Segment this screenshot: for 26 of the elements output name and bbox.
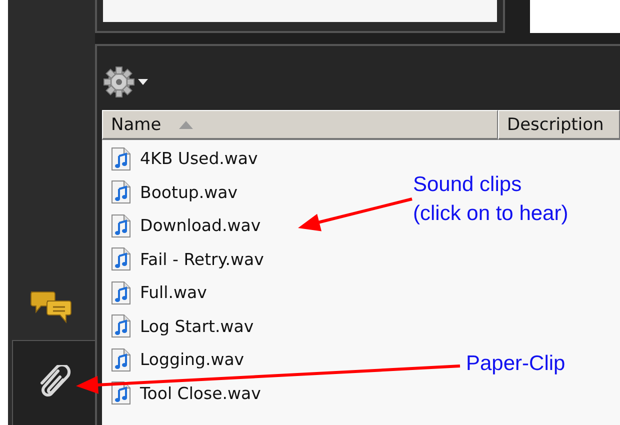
file-name[interactable]: Full.wav [140, 283, 207, 302]
annotation-text: Sound clips (click on to hear) [413, 172, 568, 227]
column-header[interactable]: Name [102, 110, 498, 140]
file-name[interactable]: Logging.wav [140, 350, 244, 370]
file-name[interactable]: Fail - Retry.wav [140, 250, 264, 269]
file-name[interactable]: Tool Close.wav [140, 384, 261, 403]
annotation-text: Paper-Clip [466, 351, 566, 377]
audio-file-icon [111, 280, 131, 305]
gear-icon [102, 65, 136, 99]
speech-bubbles-icon [28, 289, 74, 325]
file-name[interactable]: Download.wav [140, 216, 261, 236]
audio-file-icon [111, 247, 131, 272]
file-name[interactable]: Bootup.wav [140, 182, 238, 202]
audio-file-icon [111, 180, 131, 204]
column-header[interactable]: Description [498, 110, 620, 140]
column-label: Name [111, 114, 162, 134]
audio-file-icon [111, 348, 131, 372]
audio-file-icon [111, 146, 131, 171]
audio-file-icon [111, 214, 131, 238]
file-name[interactable]: Log Start.wav [140, 316, 254, 336]
audio-file-icon [111, 314, 131, 338]
attachments-button[interactable] [12, 340, 95, 425]
file-name[interactable]: 4KB Used.wav [140, 149, 258, 168]
input-field[interactable] [103, 0, 497, 22]
caret-icon [138, 79, 148, 85]
column-label: Description [507, 114, 604, 134]
